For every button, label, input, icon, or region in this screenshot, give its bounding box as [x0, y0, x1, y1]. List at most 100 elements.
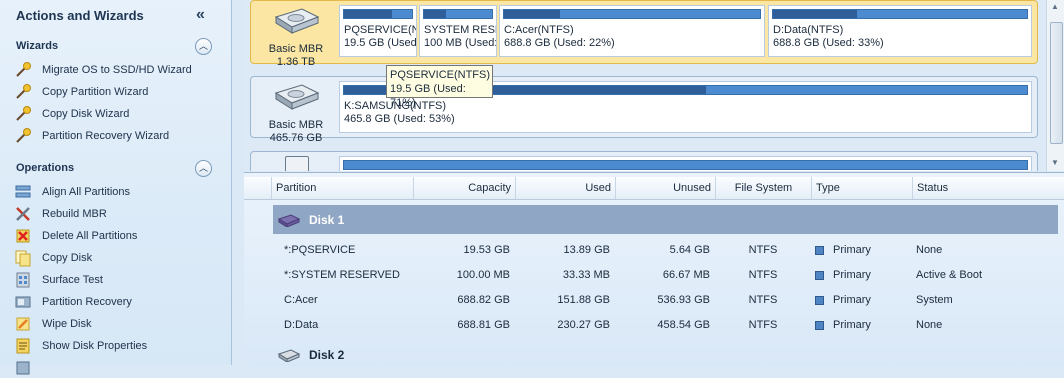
- collapse-panel-icon[interactable]: «: [196, 6, 205, 24]
- cell-used: 230.27 GB: [557, 319, 610, 331]
- partition-info: 688.8 GB (Used: 22%): [504, 37, 615, 49]
- operation-label: Show Disk Properties: [42, 340, 148, 352]
- usage-bar: [503, 9, 761, 19]
- cell-used: 151.88 GB: [557, 294, 610, 306]
- col-capacity[interactable]: Capacity: [413, 177, 515, 199]
- op-rebuild-mbr[interactable]: Rebuild MBR: [14, 204, 107, 224]
- disk-1-map[interactable]: Basic MBR 1.36 TB PQSERVICE(NT 19.5 GB (…: [250, 0, 1038, 68]
- usage-fill: [773, 10, 857, 18]
- disk-icon: [277, 213, 301, 227]
- type-label: Primary: [833, 294, 871, 306]
- partition-table: Partition Capacity Used Unused File Syst…: [244, 172, 1064, 366]
- cell-status: None: [916, 244, 943, 256]
- wizard-label: Copy Disk Wizard: [42, 108, 130, 120]
- op-align-all-partitions[interactable]: Align All Partitions: [14, 182, 130, 202]
- wand-icon: [14, 61, 32, 79]
- usage-bar: [343, 9, 413, 19]
- properties-icon: [14, 337, 32, 355]
- wizard-migrate-os[interactable]: Migrate OS to SSD/HD Wizard: [14, 60, 192, 80]
- type-label: Primary: [833, 244, 871, 256]
- disk-map-scrollbar[interactable]: ▲ ▼: [1046, 0, 1064, 171]
- panel-title: Actions and Wizards: [16, 8, 144, 23]
- tooltip-line2: 19.5 GB (Used: 71%): [390, 83, 466, 109]
- disk-2-info: Basic MBR 465.76 GB: [255, 81, 337, 145]
- cell-status: None: [916, 319, 943, 331]
- cell-type: Primary: [815, 263, 871, 288]
- actions-wizards-panel: Actions and Wizards « Wizards ︿ Migrate …: [0, 0, 232, 375]
- wizard-label: Migrate OS to SSD/HD Wizard: [42, 64, 192, 76]
- cell-unused: 66.67 MB: [662, 269, 710, 281]
- cell-partition: C:Acer: [284, 294, 318, 306]
- cell-unused: 5.64 GB: [669, 244, 710, 256]
- col-type[interactable]: Type: [811, 177, 912, 199]
- cell-unused: 458.54 GB: [657, 319, 710, 331]
- cell-file-system: NTFS: [748, 294, 778, 306]
- primary-type-icon: [815, 295, 824, 305]
- disk-map: Basic MBR 1.36 TB PQSERVICE(NT 19.5 GB (…: [244, 0, 1046, 171]
- op-surface-test[interactable]: Surface Test: [14, 270, 103, 290]
- col-unused[interactable]: Unused: [615, 177, 715, 199]
- partition-block-system-reserved[interactable]: SYSTEM RESER 100 MB (Used:: [419, 5, 497, 57]
- wizard-partition-recovery[interactable]: Partition Recovery Wizard: [14, 126, 169, 146]
- disk-1-group-row[interactable]: Disk 1: [273, 205, 1058, 234]
- cell-type: Primary: [815, 288, 871, 313]
- usage-bar: [423, 9, 493, 19]
- wizard-copy-partition[interactable]: Copy Partition Wizard: [14, 82, 148, 102]
- operation-label: Wipe Disk: [42, 318, 92, 330]
- scroll-thumb[interactable]: [1050, 22, 1063, 144]
- scroll-down-icon[interactable]: ▼: [1051, 158, 1059, 167]
- operation-label: Surface Test: [42, 274, 103, 286]
- scroll-up-icon[interactable]: ▲: [1051, 2, 1059, 11]
- disk-1-type: Basic MBR: [268, 43, 324, 55]
- wizard-label: Copy Partition Wizard: [42, 86, 149, 98]
- usb-disk-icon: [285, 156, 309, 171]
- col-file-system[interactable]: File System: [715, 177, 811, 199]
- copy-icon: [14, 249, 32, 267]
- usage-bar: [772, 9, 1028, 19]
- wizard-copy-disk[interactable]: Copy Disk Wizard: [14, 104, 129, 124]
- disk-3-map-partial[interactable]: [250, 151, 1038, 171]
- wand-icon: [14, 105, 32, 123]
- disk-2-map[interactable]: Basic MBR 465.76 GB K:SAMSUNG(NTFS) 465.…: [250, 76, 1038, 144]
- col-status[interactable]: Status: [912, 177, 1058, 199]
- partition-block-d-data[interactable]: D:Data(NTFS) 688.8 GB (Used: 33%): [768, 5, 1032, 57]
- op-copy-disk[interactable]: Copy Disk: [14, 248, 92, 268]
- cell-capacity: 100.00 MB: [456, 269, 510, 281]
- cell-status: Active & Boot: [916, 269, 983, 281]
- surface-test-icon: [14, 271, 32, 289]
- cell-file-system: NTFS: [748, 244, 778, 256]
- collapse-operations-icon[interactable]: ︿: [195, 160, 212, 177]
- table-row[interactable]: *:PQSERVICE 19.53 GB 13.89 GB 5.64 GB NT…: [273, 238, 1058, 263]
- partition-block-c-acer[interactable]: C:Acer(NTFS) 688.8 GB (Used: 22%): [499, 5, 765, 57]
- operation-label: Align All Partitions: [42, 186, 131, 198]
- hard-disk-icon: [274, 84, 320, 110]
- cell-partition: D:Data: [284, 319, 319, 331]
- op-more-partial[interactable]: [14, 358, 42, 378]
- table-row[interactable]: D:Data 688.81 GB 230.27 GB 458.54 GB NTF…: [273, 313, 1058, 338]
- op-show-disk-properties[interactable]: Show Disk Properties: [14, 336, 147, 356]
- cell-type: Primary: [815, 238, 871, 263]
- recovery-icon: [14, 293, 32, 311]
- delete-icon: [14, 227, 32, 245]
- disk-icon: [277, 348, 301, 362]
- partition-name: PQSERVICE(NT: [344, 24, 416, 36]
- collapse-wizards-icon[interactable]: ︿: [195, 38, 212, 55]
- partition-block-pqservice[interactable]: PQSERVICE(NT 19.5 GB (Used: [339, 5, 417, 57]
- table-row[interactable]: C:Acer 688.82 GB 151.88 GB 536.93 GB NTF…: [273, 288, 1058, 313]
- tooltip-line1: PQSERVICE(NTFS): [390, 69, 491, 81]
- op-delete-all-partitions[interactable]: Delete All Partitions: [14, 226, 137, 246]
- operation-label: Rebuild MBR: [42, 208, 107, 220]
- tools-icon: [14, 205, 32, 223]
- op-partition-recovery[interactable]: Partition Recovery: [14, 292, 132, 312]
- cell-capacity: 19.53 GB: [463, 244, 510, 256]
- table-row[interactable]: *:SYSTEM RESERVED 100.00 MB 33.33 MB 66.…: [273, 263, 1058, 288]
- partition-info: 688.8 GB (Used: 33%): [773, 37, 884, 49]
- cell-file-system: NTFS: [748, 319, 778, 331]
- partition-block-partial[interactable]: [339, 156, 1032, 171]
- op-wipe-disk[interactable]: Wipe Disk: [14, 314, 92, 334]
- disk-2-type: Basic MBR: [268, 119, 324, 131]
- partition-info: 19.5 GB (Used: [344, 37, 417, 49]
- wand-icon: [14, 127, 32, 145]
- col-partition[interactable]: Partition: [271, 177, 413, 199]
- col-used[interactable]: Used: [515, 177, 615, 199]
